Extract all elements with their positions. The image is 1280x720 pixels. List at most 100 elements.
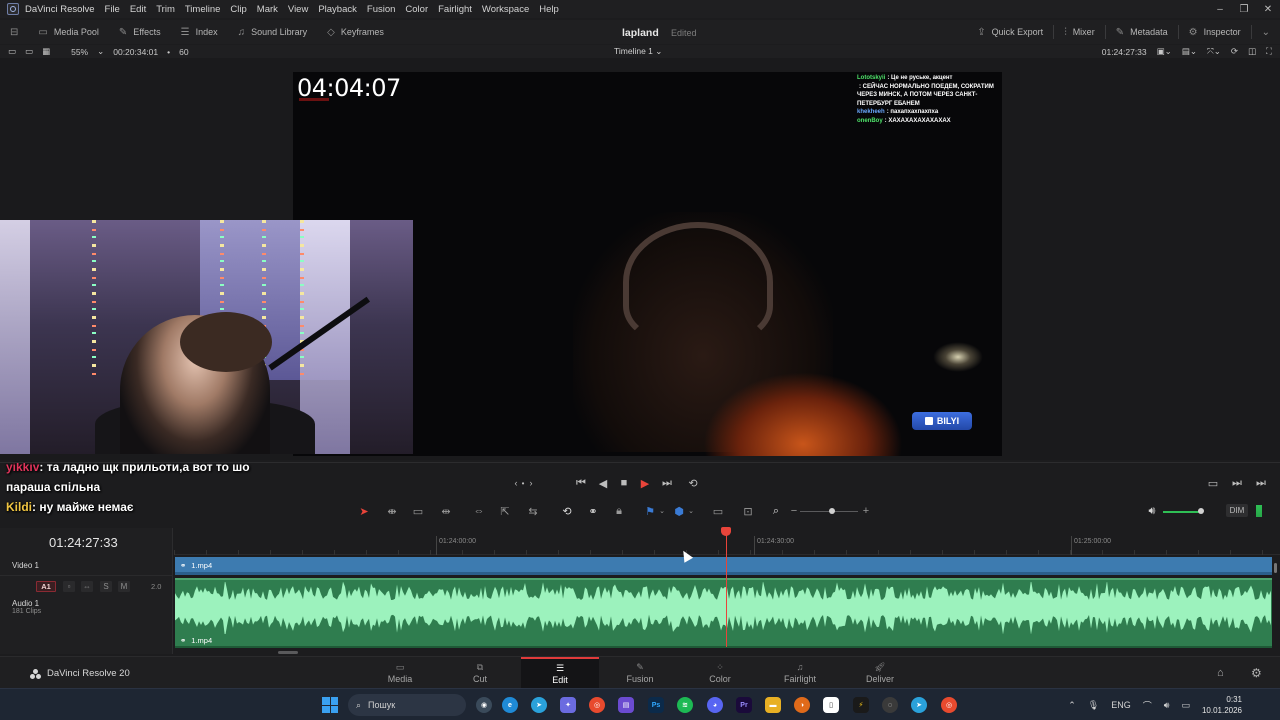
- menu-timeline[interactable]: Timeline: [185, 4, 221, 15]
- blade-tool-icon[interactable]: ⇹: [437, 503, 455, 519]
- match-frame-icon[interactable]: ▭: [1204, 474, 1222, 492]
- copilot-app-icon[interactable]: ✦: [560, 697, 576, 713]
- transform-icon[interactable]: ⤧⌄: [1207, 46, 1221, 57]
- viewer-grid-icon[interactable]: ▦: [42, 46, 50, 57]
- audio-track-header[interactable]: A1 ▫ ⇔ S M 2.0 Audio 1 181 Clips: [0, 577, 173, 649]
- menu-trim[interactable]: Trim: [156, 4, 175, 15]
- zoom-slider-handle[interactable]: [829, 508, 835, 514]
- effects-button[interactable]: ✎ Effects: [109, 20, 171, 44]
- tab-cut[interactable]: ⧉ Cut: [441, 657, 519, 689]
- tab-fairlight[interactable]: ♫ Fairlight: [761, 657, 839, 689]
- linked-selection-icon[interactable]: ⚭: [584, 503, 602, 519]
- loop-icon[interactable]: ⟲: [684, 474, 702, 492]
- menu-fairlight[interactable]: Fairlight: [438, 4, 472, 15]
- quick-export-button[interactable]: ⇪ Quick Export: [967, 20, 1053, 44]
- index-button[interactable]: ☰ Index: [171, 20, 228, 44]
- chevron-down-icon[interactable]: ⌄: [653, 503, 671, 519]
- home-icon[interactable]: ⌂: [1217, 667, 1224, 679]
- dim-button[interactable]: DIM: [1226, 504, 1248, 517]
- play-icon[interactable]: ▶: [636, 474, 654, 492]
- close-icon[interactable]: ✕: [1256, 0, 1280, 18]
- metadata-button[interactable]: ✎ Metadata: [1106, 20, 1178, 44]
- lock-track-icon[interactable]: ▫: [63, 581, 75, 592]
- menu-file[interactable]: File: [105, 4, 120, 15]
- viewer-options-icon[interactable]: ▣⌄: [1157, 46, 1172, 57]
- timeline-vertical-scrollbar[interactable]: [1274, 563, 1277, 573]
- menu-edit[interactable]: Edit: [130, 4, 146, 15]
- telegram-icon[interactable]: ➤: [911, 697, 927, 713]
- tab-deliver[interactable]: 🚀︎ Deliver: [841, 657, 919, 689]
- windows-start-icon[interactable]: [322, 697, 338, 713]
- mute-button[interactable]: M: [118, 581, 130, 592]
- volume-icon[interactable]: 🔊︎: [1164, 700, 1170, 711]
- discord-icon[interactable]: ◕: [707, 697, 723, 713]
- selection-tool-icon[interactable]: ➤: [355, 503, 373, 519]
- collapse-button[interactable]: ⌄: [1252, 20, 1280, 44]
- notepad-icon[interactable]: ▯: [823, 697, 839, 713]
- language-indicator[interactable]: ENG: [1111, 700, 1131, 710]
- audio-waveform-icon[interactable]: ⇔: [81, 581, 93, 592]
- telegram-icon[interactable]: ➤: [531, 697, 547, 713]
- dynamic-trim-icon[interactable]: ▭: [409, 503, 427, 519]
- chrome-icon[interactable]: ◎: [941, 697, 957, 713]
- layout-toggle-button[interactable]: ⊟: [0, 20, 28, 44]
- menu-clip[interactable]: Clip: [230, 4, 246, 15]
- replace-clip-icon[interactable]: ⇆: [524, 503, 542, 519]
- stop-icon[interactable]: ■: [615, 474, 633, 492]
- sound-library-button[interactable]: ♫ Sound Library: [228, 20, 318, 44]
- inspector-button[interactable]: ⚙ Inspector: [1179, 20, 1251, 44]
- sync-icon[interactable]: ⟳: [1231, 46, 1238, 57]
- firefox-icon[interactable]: ◑: [794, 697, 810, 713]
- playhead[interactable]: [726, 529, 727, 647]
- volume-slider-handle[interactable]: [1198, 508, 1204, 514]
- zoom-level[interactable]: 55%: [71, 47, 88, 57]
- dual-viewer-icon[interactable]: ◫: [1248, 46, 1256, 57]
- custom-zoom-icon[interactable]: ⌕: [767, 503, 785, 519]
- spotify-icon[interactable]: ≋: [677, 697, 693, 713]
- settings-icon[interactable]: ⚙: [1251, 666, 1262, 680]
- copilot-icon[interactable]: ◉: [476, 697, 492, 713]
- app-icon[interactable]: ▤: [618, 697, 634, 713]
- audio-clip[interactable]: ⚭ 1.mp4: [175, 578, 1272, 648]
- taskbar-search[interactable]: ⌕ Пошук: [348, 694, 466, 716]
- zoom-in-icon[interactable]: +: [857, 503, 875, 519]
- insert-clip-icon[interactable]: ⇔: [470, 503, 488, 519]
- photoshop-icon[interactable]: Ps: [648, 697, 664, 713]
- go-to-end-icon[interactable]: ⏭: [658, 474, 676, 492]
- overwrite-clip-icon[interactable]: ⇱: [496, 503, 514, 519]
- menu-fusion[interactable]: Fusion: [367, 4, 396, 15]
- position-lock-icon[interactable]: 🔒︎: [610, 503, 628, 519]
- mixer-button[interactable]: ⫶ Mixer: [1054, 20, 1105, 44]
- go-to-start-icon[interactable]: ⏮: [572, 474, 590, 492]
- viewer-layout-icon[interactable]: ▭: [8, 46, 16, 57]
- audio-track-badge[interactable]: A1: [36, 581, 56, 592]
- chevron-down-icon[interactable]: ⌄: [682, 503, 700, 519]
- video-track-header[interactable]: Video 1: [0, 556, 173, 576]
- keyframes-button[interactable]: ◇ Keyframes: [317, 20, 394, 44]
- solo-button[interactable]: S: [100, 581, 112, 592]
- obs-icon[interactable]: ◌: [882, 697, 898, 713]
- timeline-name-dropdown[interactable]: Timeline 1 ⌄: [614, 45, 662, 58]
- app-icon[interactable]: ⚡: [853, 697, 869, 713]
- tab-fusion[interactable]: ✎ Fusion: [601, 657, 679, 689]
- reverse-play-icon[interactable]: ◀: [594, 474, 612, 492]
- last-frame-icon[interactable]: ⏭: [1252, 474, 1270, 492]
- premiere-icon[interactable]: Pr: [736, 697, 752, 713]
- playhead-handle[interactable]: [721, 527, 731, 536]
- menu-color[interactable]: Color: [405, 4, 428, 15]
- minimize-icon[interactable]: –: [1208, 0, 1232, 18]
- volume-slider[interactable]: [1163, 511, 1203, 513]
- maximize-icon[interactable]: ❐: [1232, 0, 1256, 18]
- full-extent-zoom-icon[interactable]: ▭: [709, 503, 727, 519]
- tab-color[interactable]: ⁘ Color: [681, 657, 759, 689]
- detail-zoom-icon[interactable]: ⊡: [739, 503, 757, 519]
- viewer-scrubber[interactable]: [0, 462, 1280, 463]
- menu-mark[interactable]: Mark: [257, 4, 278, 15]
- tab-media[interactable]: ▭ Media: [361, 657, 439, 689]
- volume-icon[interactable]: 🔊︎: [1143, 503, 1161, 519]
- tab-edit[interactable]: ☰ Edit: [521, 657, 599, 689]
- video-clip[interactable]: ⚭ 1.mp4: [175, 557, 1272, 575]
- overlay-options-icon[interactable]: ▤⌄: [1182, 46, 1197, 57]
- snapping-icon[interactable]: ⟲: [558, 503, 576, 519]
- network-icon[interactable]: ⌒: [1143, 699, 1152, 712]
